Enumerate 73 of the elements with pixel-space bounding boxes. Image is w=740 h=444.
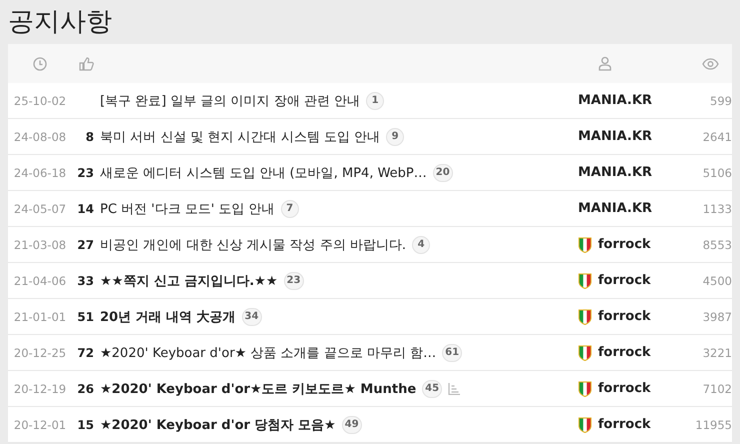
view-count: 3221: [702, 346, 732, 360]
author-name[interactable]: MANIA.KR: [578, 93, 652, 108]
post-title[interactable]: PC 버전 '다크 모드' 도입 안내: [100, 200, 275, 218]
view-count: 599: [710, 94, 732, 108]
comment-count: 49: [342, 416, 362, 434]
comment-count: 45: [422, 380, 442, 398]
comment-count: 4: [412, 236, 430, 254]
post-title[interactable]: [복구 완료] 일부 글의 이미지 장애 관련 안내: [100, 92, 360, 110]
table-row[interactable]: 24-05-07 14 PC 버전 '다크 모드' 도입 안내 7 MANIA.KR 1133: [8, 191, 732, 227]
comment-count: 20: [432, 164, 453, 182]
post-title[interactable]: 새로운 에디터 시스템 도입 안내 (모바일, MP4, WebP…: [100, 164, 427, 182]
page-title: 공지사항: [7, 6, 113, 39]
table-row[interactable]: 20-12-01 15 ★2020' Keyboar d'or 당첨자 모음★ 49 forrock 11955: [8, 407, 732, 443]
post-date: 25-10-02: [14, 94, 66, 108]
table-row[interactable]: 20-12-25 72 ★2020' Keyboar d'or★ 상품 소개를 끝으로 마무리 함… 61 forrock 3221: [8, 335, 732, 371]
post-date: 20-12-19: [14, 382, 66, 396]
post-date: 21-01-01: [14, 310, 66, 324]
post-date: 20-12-25: [14, 346, 66, 360]
post-title[interactable]: ★2020' Keyboar d'or★도르 키보도르★ Munthe: [100, 380, 416, 398]
author-name[interactable]: forrock: [598, 381, 651, 396]
like-count: 27: [77, 238, 94, 252]
view-count: 2641: [702, 130, 732, 144]
table-row[interactable]: 21-03-08 27 비공인 개인에 대한 신상 게시물 작성 주의 바랍니다. 4 forrock 8553: [8, 227, 732, 263]
post-title[interactable]: ★2020' Keyboar d'or★ 상품 소개를 끝으로 마무리 함…: [100, 344, 436, 362]
eye-icon: [702, 58, 718, 70]
post-title[interactable]: ★★쪽지 신고 금지입니다.★★: [100, 272, 278, 290]
post-date: 24-06-18: [14, 166, 66, 180]
author-name[interactable]: MANIA.KR: [578, 129, 652, 144]
like-count: 23: [77, 166, 94, 180]
author-name[interactable]: MANIA.KR: [578, 165, 652, 180]
like-count: 15: [77, 418, 94, 432]
post-title[interactable]: ★2020' Keyboar d'or 당첨자 모음★: [100, 416, 336, 434]
author-name[interactable]: forrock: [598, 345, 651, 360]
like-count: 33: [77, 274, 94, 288]
table-row[interactable]: 24-06-18 23 새로운 에디터 시스템 도입 안내 (모바일, MP4, WebP… 20 MANIA.KR 5106: [8, 155, 732, 191]
comment-count: 9: [386, 128, 404, 146]
view-count: 5106: [702, 166, 732, 180]
table-row[interactable]: 21-01-01 51 20년 거래 내역 大공개 34 forrock 3987: [8, 299, 732, 335]
post-date: 24-08-08: [14, 130, 66, 144]
user-icon: [598, 56, 612, 71]
like-count: 72: [77, 346, 94, 360]
table-row[interactable]: 24-08-08 8 북미 서버 신설 및 현지 시간대 시스템 도입 안내 9 MANIA.KR 2641: [8, 119, 732, 155]
like-count: 14: [77, 202, 94, 216]
view-count: 1133: [702, 202, 732, 216]
clock-icon: [33, 56, 47, 70]
author-name[interactable]: forrock: [598, 417, 651, 432]
table-row[interactable]: 21-04-06 33 ★★쪽지 신고 금지입니다.★★ 23 forrock 4500: [8, 263, 732, 299]
comment-count: 7: [280, 200, 299, 218]
thumbs-up-icon: [78, 56, 94, 70]
post-date: 20-12-01: [14, 418, 66, 432]
comment-count: 23: [284, 272, 304, 290]
like-count: 51: [77, 310, 94, 324]
comment-count: 1: [366, 92, 384, 110]
author-name[interactable]: forrock: [598, 309, 651, 324]
post-date: 21-03-08: [14, 238, 66, 252]
view-count: 3987: [702, 310, 732, 324]
post-date: 24-05-07: [14, 202, 66, 216]
table-row[interactable]: 25-10-02 [복구 완료] 일부 글의 이미지 장애 관련 안내 1 MANIA.KR 599: [8, 83, 732, 119]
view-count: 4500: [702, 274, 732, 288]
comment-count: 34: [242, 308, 262, 326]
like-count: 26: [77, 382, 94, 396]
post-title[interactable]: 북미 서버 신설 및 현지 시간대 시스템 도입 안내: [100, 128, 380, 146]
author-name[interactable]: forrock: [598, 237, 651, 252]
post-title[interactable]: 비공인 개인에 대한 신상 게시물 작성 주의 바랍니다.: [100, 236, 406, 254]
view-count: 11955: [695, 418, 732, 432]
author-name[interactable]: forrock: [598, 273, 651, 288]
post-date: 21-04-06: [14, 274, 66, 288]
comment-count: 61: [442, 344, 462, 362]
like-count: 8: [86, 130, 94, 144]
view-count: 7102: [702, 382, 732, 396]
view-count: 8553: [702, 238, 732, 252]
post-title[interactable]: 20년 거래 내역 大공개: [100, 308, 236, 326]
author-name[interactable]: MANIA.KR: [578, 201, 652, 216]
